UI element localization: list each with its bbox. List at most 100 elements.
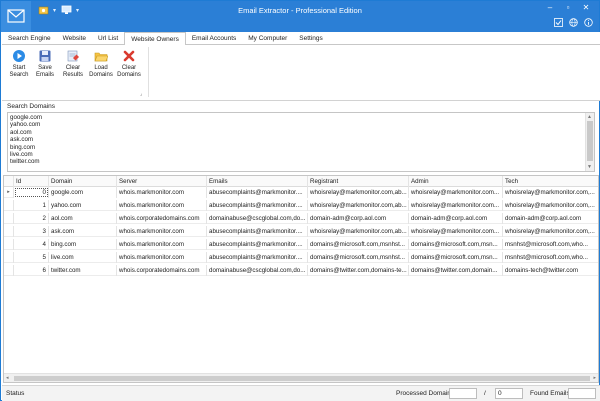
settings-quick-icon[interactable]: [37, 5, 49, 15]
cell-tech[interactable]: domains-tech@twitter.com: [503, 265, 598, 276]
chevron-down-icon[interactable]: ▾: [76, 7, 79, 14]
cell-admin[interactable]: domains@twitter.com,domain...: [409, 265, 503, 276]
cell-emails[interactable]: abusecomplaints@markmonitor....: [207, 187, 308, 198]
chevron-down-icon[interactable]: ▾: [53, 7, 56, 14]
tab-my-computer[interactable]: My Computer: [242, 32, 293, 45]
scroll-left-arrow-icon[interactable]: ◂: [6, 375, 9, 381]
cell-server[interactable]: whois.markmonitor.com: [117, 187, 207, 198]
tab-url-list[interactable]: Url List: [92, 32, 124, 45]
load-domains-button[interactable]: Load Domains: [88, 49, 114, 79]
clear-results-button[interactable]: Clear Results: [60, 49, 86, 79]
cell-domain[interactable]: bing.com: [49, 239, 117, 250]
cell-tech[interactable]: msnhst@microsoft.com,who...: [503, 252, 598, 263]
scroll-thumb[interactable]: [14, 376, 590, 381]
cell-server[interactable]: whois.markmonitor.com: [117, 239, 207, 250]
scroll-up-arrow-icon[interactable]: ▲: [587, 114, 592, 120]
cell-id[interactable]: 0: [14, 187, 49, 198]
cell-emails[interactable]: abusecomplaints@markmonitor....: [207, 226, 308, 237]
cell-tech[interactable]: whoisrelay@markmonitor.com,...: [503, 226, 598, 237]
cell-tech[interactable]: msnhst@microsoft.com,who...: [503, 239, 598, 250]
search-domains-textarea[interactable]: google.com yahoo.com aol.com ask.com bin…: [7, 112, 595, 172]
cell-domain[interactable]: twitter.com: [49, 265, 117, 276]
column-header-emails[interactable]: Emails: [207, 176, 308, 187]
cell-emails[interactable]: domainabuse@cscglobal.com,do...: [207, 265, 308, 276]
horizontal-scrollbar[interactable]: ◂ ▸: [4, 373, 598, 382]
cell-emails[interactable]: domainabuse@cscglobal.com,do...: [207, 213, 308, 224]
cell-tech[interactable]: whoisrelay@markmonitor.com,...: [503, 200, 598, 211]
globe-icon[interactable]: [569, 18, 578, 27]
cell-admin[interactable]: whoisrelay@markmonitor.com...: [409, 187, 503, 198]
cell-domain[interactable]: ask.com: [49, 226, 117, 237]
cell-server[interactable]: whois.markmonitor.com: [117, 200, 207, 211]
cell-registrant[interactable]: domain-adm@corp.aol.com: [308, 213, 409, 224]
minimize-button[interactable]: ‒: [541, 2, 559, 12]
scroll-thumb[interactable]: [587, 121, 593, 161]
cell-registrant[interactable]: whoisrelay@markmonitor.com,ab...: [308, 226, 409, 237]
cell-tech[interactable]: whoisrelay@markmonitor.com,...: [503, 187, 598, 198]
table-row[interactable]: ▸ 0 google.com whois.markmonitor.com abu…: [4, 187, 598, 198]
info-icon[interactable]: [584, 18, 593, 27]
vertical-scrollbar[interactable]: ▲ ▼: [585, 113, 594, 171]
column-header-id[interactable]: Id: [14, 176, 49, 187]
tab-website[interactable]: Website: [57, 32, 92, 45]
cell-id[interactable]: 5: [14, 252, 49, 263]
cell-server[interactable]: whois.corporatedomains.com: [117, 213, 207, 224]
domain-line: live.com: [10, 151, 33, 159]
check-icon[interactable]: [554, 18, 563, 27]
column-header-domain[interactable]: Domain: [49, 176, 117, 187]
group-launcher-icon[interactable]: ⌟: [140, 91, 142, 97]
cell-admin[interactable]: whoisrelay@markmonitor.com...: [409, 226, 503, 237]
column-header-server[interactable]: Server: [117, 176, 207, 187]
maximize-button[interactable]: ▫: [559, 2, 577, 12]
cell-admin[interactable]: whoisrelay@markmonitor.com...: [409, 200, 503, 211]
cell-server[interactable]: whois.corporatedomains.com: [117, 265, 207, 276]
cell-admin[interactable]: domain-adm@corp.aol.com: [409, 213, 503, 224]
tab-website-owners[interactable]: Website Owners: [124, 32, 186, 46]
scroll-down-arrow-icon[interactable]: ▼: [587, 164, 592, 170]
column-header-registrant[interactable]: Registrant: [308, 176, 409, 187]
cell-registrant[interactable]: domains@microsoft.com,msnhst...: [308, 252, 409, 263]
cell-emails[interactable]: abusecomplaints@markmonitor....: [207, 252, 308, 263]
table-row[interactable]: 6 twitter.com whois.corporatedomains.com…: [4, 265, 598, 276]
cell-domain[interactable]: live.com: [49, 252, 117, 263]
save-emails-button[interactable]: Save Emails: [32, 49, 58, 79]
cell-emails[interactable]: abusecomplaints@markmonitor....: [207, 200, 308, 211]
cell-registrant[interactable]: whoisrelay@markmonitor.com,ab...: [308, 187, 409, 198]
table-row[interactable]: 2 aol.com whois.corporatedomains.com dom…: [4, 213, 598, 224]
scroll-right-arrow-icon[interactable]: ▸: [593, 375, 596, 381]
cell-server[interactable]: whois.markmonitor.com: [117, 252, 207, 263]
cell-emails[interactable]: abusecomplaints@markmonitor....: [207, 239, 308, 250]
save-emails-label-1: Save: [38, 65, 52, 71]
monitor-quick-icon[interactable]: [60, 5, 72, 15]
cell-domain[interactable]: google.com: [49, 187, 117, 198]
cell-id[interactable]: 2: [14, 213, 49, 224]
app-menu-button[interactable]: [1, 1, 31, 32]
table-row[interactable]: 5 live.com whois.markmonitor.com abuseco…: [4, 252, 598, 263]
cell-domain[interactable]: aol.com: [49, 213, 117, 224]
column-header-tech[interactable]: Tech: [503, 176, 598, 187]
cell-admin[interactable]: domains@microsoft.com,msn...: [409, 252, 503, 263]
cell-registrant[interactable]: whoisrelay@markmonitor.com,ab...: [308, 200, 409, 211]
tab-settings[interactable]: Settings: [293, 32, 329, 45]
clear-domains-button[interactable]: Clear Domains: [116, 49, 142, 79]
domain-line: twitter.com: [10, 158, 40, 166]
cell-id[interactable]: 4: [14, 239, 49, 250]
cell-registrant[interactable]: domains@twitter.com,domains-te...: [308, 265, 409, 276]
cell-id[interactable]: 6: [14, 265, 49, 276]
table-row[interactable]: 3 ask.com whois.markmonitor.com abusecom…: [4, 226, 598, 237]
tab-email-accounts[interactable]: Email Accounts: [186, 32, 242, 45]
cell-domain[interactable]: yahoo.com: [49, 200, 117, 211]
start-search-button[interactable]: Start Search: [6, 49, 32, 79]
cell-registrant[interactable]: domains@microsoft.com,msnhst...: [308, 239, 409, 250]
cell-server[interactable]: whois.markmonitor.com: [117, 226, 207, 237]
column-header-admin[interactable]: Admin: [409, 176, 503, 187]
table-row[interactable]: 1 yahoo.com whois.markmonitor.com abusec…: [4, 200, 598, 211]
table-row[interactable]: 4 bing.com whois.markmonitor.com abuseco…: [4, 239, 598, 250]
cell-admin[interactable]: domains@microsoft.com,msn...: [409, 239, 503, 250]
domain-line: bing.com: [10, 143, 36, 151]
cell-tech[interactable]: domain-adm@corp.aol.com: [503, 213, 598, 224]
cell-id[interactable]: 3: [14, 226, 49, 237]
tab-search-engine[interactable]: Search Engine: [2, 32, 57, 45]
cell-id[interactable]: 1: [14, 200, 49, 211]
close-button[interactable]: ✕: [577, 2, 595, 12]
